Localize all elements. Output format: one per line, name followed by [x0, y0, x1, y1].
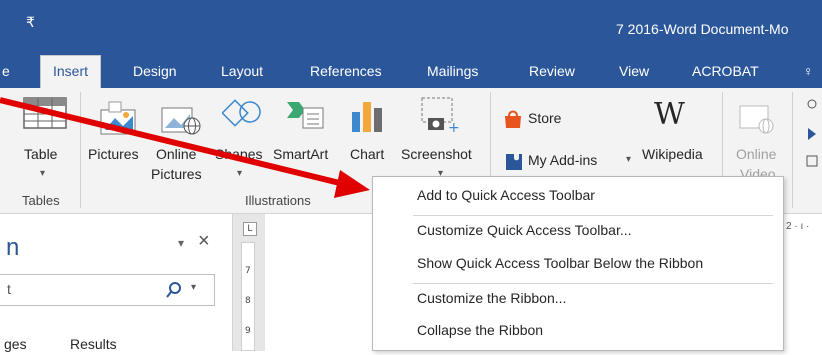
annotation-arrow-icon	[0, 97, 370, 198]
